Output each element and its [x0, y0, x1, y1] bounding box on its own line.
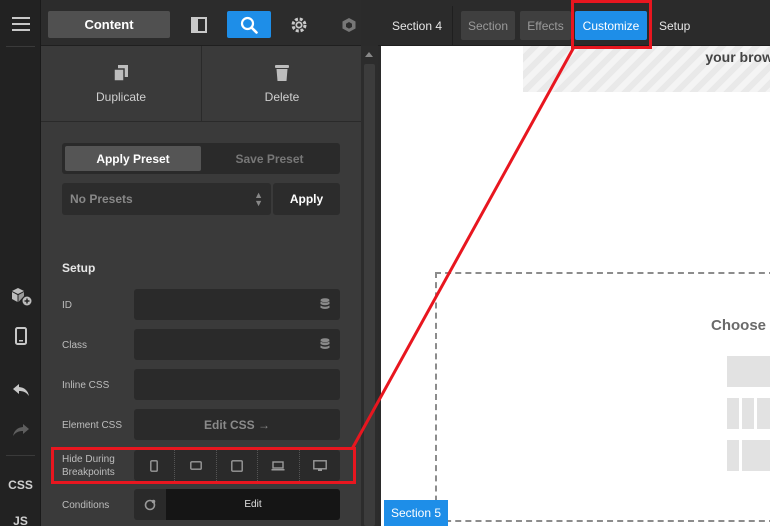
hide-breakpoints-label: Hide During Breakpoints [62, 453, 115, 479]
rail-divider [6, 455, 35, 456]
canvas-topbar: Section 4 Section Effects Customize Setu… [378, 0, 770, 46]
database-icon[interactable] [320, 298, 330, 310]
breadcrumb-divider [452, 6, 453, 46]
layout-panel-icon[interactable] [184, 11, 214, 38]
layout-option-col[interactable] [727, 440, 739, 471]
tablet-landscape-icon [189, 461, 202, 470]
layout-option-col[interactable] [742, 440, 770, 471]
trash-icon [275, 65, 289, 81]
inline-css-label: Inline CSS [62, 380, 110, 391]
duplicate-icon [113, 65, 128, 82]
element-panel: Content Duplicate Delete Apply Preset Sa… [41, 0, 361, 526]
add-element-icon[interactable] [0, 280, 41, 312]
conditions-settings-icon[interactable] [134, 489, 166, 520]
hide-tablet-toggle[interactable] [217, 450, 259, 481]
inline-css-input[interactable] [134, 369, 340, 400]
hide-mobile-toggle[interactable] [134, 450, 176, 481]
hide-desktop-toggle[interactable] [300, 450, 340, 481]
desktop-icon [312, 459, 327, 471]
preset-select[interactable]: No Presets ▲ ▼ [62, 183, 271, 215]
hamburger-menu-icon[interactable] [0, 8, 41, 40]
delete-label: Delete [264, 90, 300, 104]
undo-icon[interactable] [0, 374, 41, 406]
redo-icon[interactable] [0, 414, 41, 446]
save-preset-tab[interactable]: Save Preset [202, 146, 337, 171]
hide-laptop-toggle[interactable] [258, 450, 300, 481]
element-css-label: Element CSS [62, 420, 123, 431]
conditions-field: Edit [134, 489, 340, 520]
delete-button[interactable]: Delete [202, 46, 362, 122]
tab-customize[interactable]: Customize [575, 11, 647, 40]
hide-breakpoints-label-line2: Breakpoints [62, 467, 115, 478]
id-label: ID [62, 300, 72, 311]
empty-section-dropzone[interactable] [435, 272, 770, 522]
choose-layout-heading: Choose [711, 317, 767, 334]
css-editor-button[interactable]: CSS [0, 478, 41, 492]
element-actions: Duplicate Delete [41, 46, 361, 122]
select-arrows-icon: ▲ ▼ [254, 190, 263, 208]
class-input[interactable] [134, 329, 340, 360]
conditions-label: Conditions [62, 500, 110, 511]
layout-option-col[interactable] [742, 398, 754, 429]
js-editor-button[interactable]: JS [0, 514, 41, 526]
hide-tablet-landscape-toggle[interactable] [175, 450, 217, 481]
cube-icon[interactable] [334, 11, 364, 38]
laptop-icon [271, 460, 285, 470]
rail-divider [6, 46, 35, 47]
gear-icon[interactable] [284, 11, 314, 38]
panel-tabs: Content [41, 0, 361, 46]
layout-option-col[interactable] [727, 398, 739, 429]
tab-section[interactable]: Section [461, 11, 515, 40]
left-rail: CSS JS [0, 0, 41, 526]
scroll-thumb[interactable] [364, 64, 375, 526]
duplicate-label: Duplicate [95, 90, 147, 104]
layout-option-col[interactable] [757, 398, 770, 429]
database-icon[interactable] [320, 338, 330, 350]
preset-toggle: Apply Preset Save Preset [62, 143, 340, 174]
placeholder-banner: your brow [523, 46, 770, 92]
edit-css-button[interactable]: Edit CSS → [134, 409, 340, 440]
preset-select-value: No Presets [70, 192, 133, 206]
tablet-icon [231, 459, 243, 472]
class-label: Class [62, 340, 88, 351]
breakpoint-toggles [134, 450, 340, 481]
section-5-label[interactable]: Section 5 [384, 500, 448, 526]
page-canvas: your brow Choose Section 5 [378, 46, 770, 526]
conditions-edit-button[interactable]: Edit [166, 489, 340, 520]
hide-breakpoints-label-line1: Hide During [62, 454, 115, 465]
setup-heading: Setup [62, 261, 96, 275]
apply-button[interactable]: Apply [273, 183, 340, 215]
duplicate-button[interactable]: Duplicate [41, 46, 201, 122]
panel-scrollbar[interactable] [361, 46, 378, 526]
mobile-preview-icon[interactable] [0, 320, 41, 352]
tab-setup[interactable]: Setup [659, 11, 690, 40]
layout-option-single[interactable] [727, 356, 770, 387]
id-input[interactable] [134, 289, 340, 320]
banner-partial-text: your brow [705, 49, 770, 65]
phone-icon [150, 459, 159, 472]
search-icon[interactable] [227, 11, 271, 38]
apply-preset-tab[interactable]: Apply Preset [65, 146, 201, 171]
breadcrumb-section-4[interactable]: Section 4 [392, 11, 442, 40]
tab-effects[interactable]: Effects [520, 11, 571, 40]
scroll-up-icon[interactable] [365, 52, 373, 57]
tab-content[interactable]: Content [48, 11, 170, 38]
